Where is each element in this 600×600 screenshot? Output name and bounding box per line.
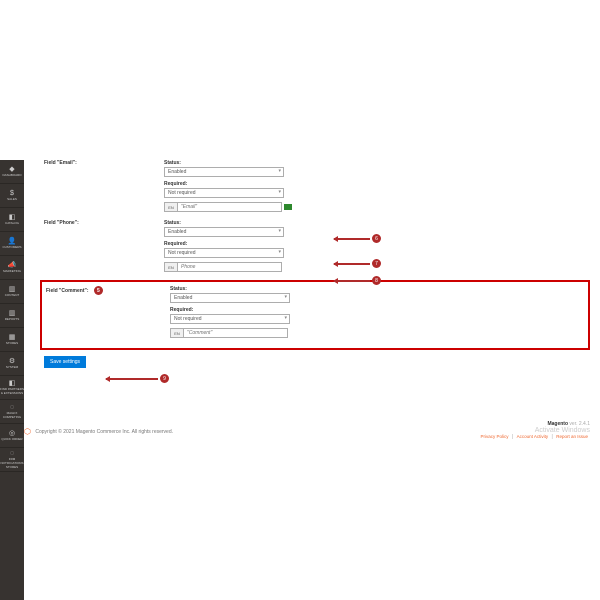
field-comment-label: Field "Comment": 5 <box>46 286 170 295</box>
catalog-icon: ◧ <box>9 214 16 221</box>
sidebar-item-quickorder[interactable]: ◎QUICK ORDER <box>0 424 24 448</box>
marketing-icon: 📣 <box>8 262 17 269</box>
copyright-text: Copyright © 2021 Magento Commerce Inc. A… <box>35 429 173 435</box>
comment-required-label: Required: <box>170 307 584 313</box>
arrow-7 <box>334 263 370 265</box>
email-required-label: Required: <box>164 181 590 187</box>
email-required-select[interactable]: Not required <box>164 188 284 198</box>
sidebar-item-sales[interactable]: $SALES <box>0 184 24 208</box>
sidebar-item-content[interactable]: ▥CONTENT <box>0 280 24 304</box>
sidebar-item-catalog[interactable]: ◧CATALOG <box>0 208 24 232</box>
sidebar-item-dashboard[interactable]: ◆DASHBOARD <box>0 160 24 184</box>
marker-9: 9 <box>160 374 169 383</box>
field-phone-label: Field "Phone": <box>24 220 164 226</box>
sidebar-item-stores[interactable]: ▦STORES <box>0 328 24 352</box>
marker-6: 6 <box>372 234 381 243</box>
comment-required-select[interactable]: Not required <box>170 314 290 324</box>
admin-sidebar: ◆DASHBOARD $SALES ◧CATALOG 👤CUSTOMERS 📣M… <box>0 160 24 600</box>
email-lang-tag[interactable]: EN <box>164 202 178 212</box>
comment-placeholder-input[interactable] <box>184 328 288 338</box>
marker-5: 5 <box>94 286 103 295</box>
stores-icon: ▦ <box>9 334 16 341</box>
comment-status-select[interactable]: Enabled <box>170 293 290 303</box>
magfx-icon: ◌ <box>10 404 14 411</box>
sidebar-item-customers[interactable]: 👤CUSTOMERS <box>0 232 24 256</box>
field-comment-highlight: Field "Comment": 5 Status: Enabled Requi… <box>40 280 590 350</box>
email-status-label: Status: <box>164 160 590 166</box>
arrow-9 <box>106 378 158 380</box>
flag-icon <box>284 204 292 210</box>
phone-status-label: Status: <box>164 220 590 226</box>
account-link[interactable]: Account Activity <box>517 434 549 439</box>
dashboard-icon: ◆ <box>9 166 14 173</box>
field-phone-row: Field "Phone": Status: Enabled Required:… <box>24 220 590 276</box>
system-icon: ⚙ <box>9 358 15 365</box>
phone-status-select[interactable]: Enabled <box>164 227 284 237</box>
sidebar-item-system[interactable]: ⚙SYSTEM <box>0 352 24 376</box>
field-comment-row: Field "Comment": 5 Status: Enabled Requi… <box>46 286 584 342</box>
email-placeholder-input[interactable] <box>178 202 282 212</box>
sidebar-item-marketing[interactable]: 📣MARKETING <box>0 256 24 280</box>
phone-required-select[interactable]: Not required <box>164 248 284 258</box>
sidebar-item-partners[interactable]: ◧FIND PARTNERS & EXTENSIONS <box>0 376 24 400</box>
sidebar-item-notifications[interactable]: ◌FRM NOTIFICATIONS STORES <box>0 448 24 472</box>
comment-lang-tag[interactable]: EN <box>170 328 184 338</box>
field-email-row: Field "Email": Status: Enabled Required:… <box>24 160 590 216</box>
notifications-icon: ◌ <box>10 450 14 457</box>
report-link[interactable]: Report an Issue <box>556 434 588 439</box>
save-settings-button[interactable]: Save settings <box>44 356 86 368</box>
quickorder-icon: ◎ <box>9 430 15 437</box>
arrow-8 <box>334 280 370 282</box>
phone-placeholder-input[interactable] <box>178 262 282 272</box>
sidebar-item-magfx[interactable]: ◌MAGFX COMPETING <box>0 400 24 424</box>
main-content: Field "Email": Status: Enabled Required:… <box>24 160 590 600</box>
sales-icon: $ <box>10 190 14 197</box>
partners-icon: ◧ <box>9 380 16 387</box>
email-status-select[interactable]: Enabled <box>164 167 284 177</box>
comment-status-label: Status: <box>170 286 584 292</box>
privacy-link[interactable]: Privacy Policy <box>481 434 509 439</box>
marker-8: 8 <box>372 276 381 285</box>
sidebar-item-reports[interactable]: ▥REPORTS <box>0 304 24 328</box>
phone-lang-tag[interactable]: EN <box>164 262 178 272</box>
activate-windows: Activate Windows <box>535 427 590 434</box>
page-footer: Magento ver. 2.4.1 Activate Windows Priv… <box>24 421 590 440</box>
content-icon: ▥ <box>9 286 16 293</box>
customers-icon: 👤 <box>8 238 17 245</box>
field-email-label: Field "Email": <box>24 160 164 166</box>
magento-logo-icon: ⬡ <box>24 427 31 436</box>
arrow-6 <box>334 238 370 240</box>
marker-7: 7 <box>372 259 381 268</box>
reports-icon: ▥ <box>9 310 16 317</box>
